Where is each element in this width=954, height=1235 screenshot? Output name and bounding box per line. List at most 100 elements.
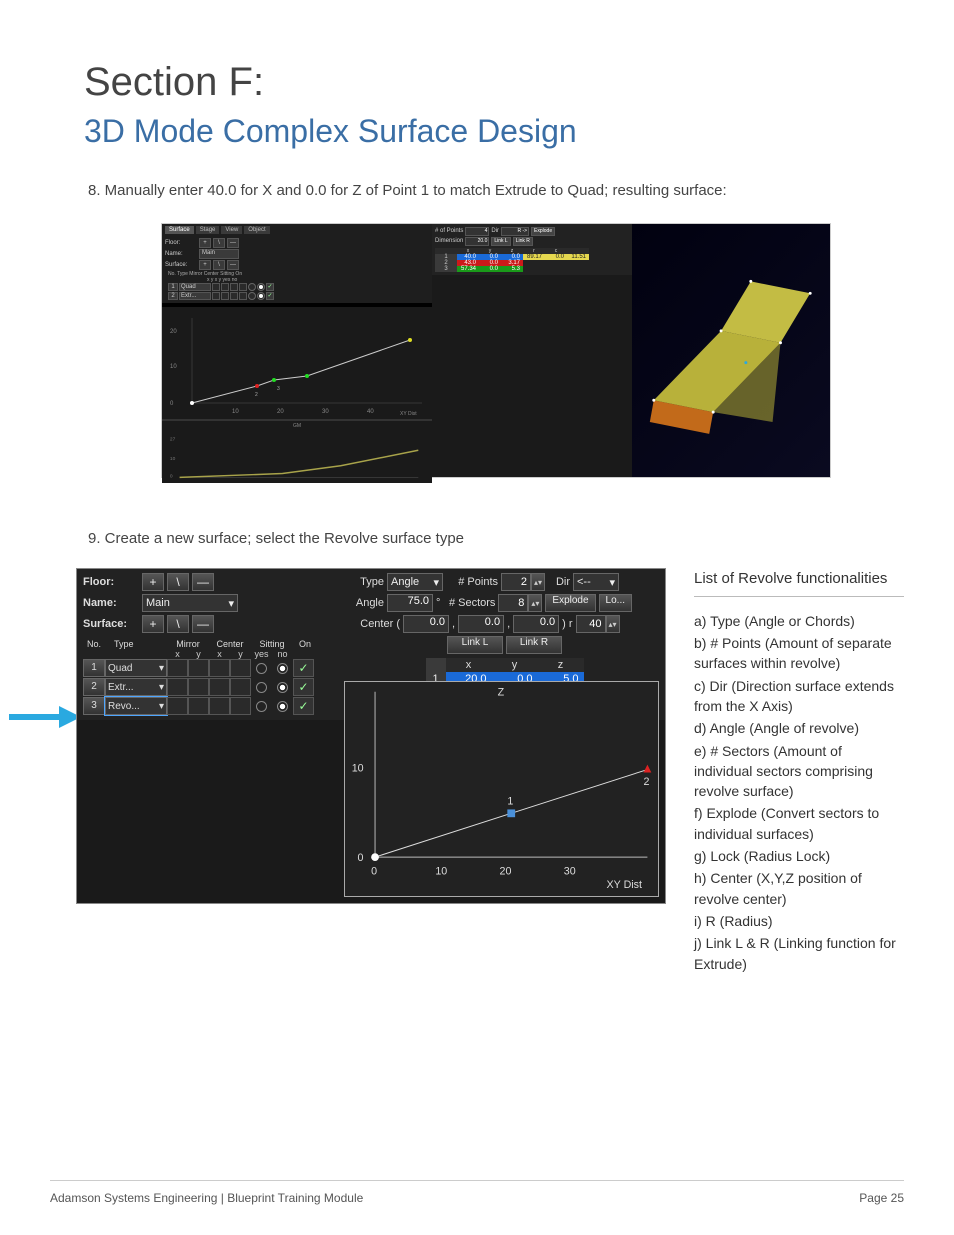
typerow-2-type[interactable]: Extr... (179, 292, 211, 300)
linkl-btn-mini[interactable]: Link L (491, 237, 510, 246)
tab-object[interactable]: Object (244, 226, 269, 234)
name-select[interactable]: Main (199, 249, 239, 259)
explode-button-mini[interactable]: Explode (531, 227, 555, 236)
3d-viewport[interactable] (632, 224, 830, 477)
svg-text:10: 10 (435, 866, 447, 878)
type-label: Type (350, 576, 384, 588)
angle-value[interactable]: 75.0 (387, 594, 433, 612)
typerow-1-mirror-x[interactable] (212, 283, 220, 291)
row1-on-check[interactable] (293, 659, 314, 677)
typerow-2-num[interactable]: 2 (168, 292, 178, 300)
screenshot-revolve-panel: Floor: + \ — Name: Main▾ Surface (76, 568, 666, 904)
center-label: Center ( (350, 618, 400, 630)
surface-del-button-2[interactable]: — (192, 615, 214, 633)
coord-table-mini: x y z r c 1 40.0 0.0 0.0 89.17 (435, 248, 589, 272)
typerow-2-sitting-yes[interactable] (248, 292, 256, 300)
typerow-1-mirror-y[interactable] (221, 283, 229, 291)
row2-num[interactable]: 2 (83, 678, 105, 696)
row1-sitting-yes[interactable] (251, 659, 272, 677)
row3-sitting-no[interactable] (272, 697, 293, 715)
linkr-button[interactable]: Link R (506, 636, 562, 654)
explode-button[interactable]: Explode (545, 594, 595, 612)
surface-add-button[interactable]: + (199, 260, 211, 270)
col-sitting: Sitting (251, 639, 293, 649)
dimension-label: Dimension (435, 238, 463, 244)
floor-add-button[interactable]: + (199, 238, 211, 248)
row1-num[interactable]: 1 (83, 659, 105, 677)
center-x[interactable]: 0.0 (403, 615, 449, 633)
typerow-2-center-y[interactable] (239, 292, 247, 300)
chevron-down-icon: ▾ (159, 701, 164, 712)
surface-del-button[interactable]: — (227, 260, 239, 270)
row1-sitting-no[interactable] (272, 659, 293, 677)
npoints-label-2: # Points (446, 576, 498, 588)
r-stepper[interactable]: 40▴▾ (576, 615, 620, 633)
typerow-1-center-y[interactable] (239, 283, 247, 291)
row2-type-select[interactable]: Extr...▾ (105, 678, 167, 696)
typerow-2-mirror-y[interactable] (221, 292, 229, 300)
typerow-2-on[interactable] (266, 292, 274, 300)
typerow-1-sitting-no[interactable] (257, 283, 265, 291)
floor-del-button[interactable]: — (227, 238, 239, 248)
svg-text:27: 27 (170, 436, 176, 442)
nsect-stepper[interactable]: 8▴▾ (498, 594, 542, 612)
typerow-2-mirror-x[interactable] (212, 292, 220, 300)
row2-mirror-y[interactable] (188, 678, 209, 696)
typerow-1-type[interactable]: Quad (179, 283, 211, 291)
type-select[interactable]: Angle▾ (387, 573, 443, 591)
typerow-2-center-x[interactable] (230, 292, 238, 300)
floor-sep-button[interactable]: \ (213, 238, 225, 248)
row3-mirror-y[interactable] (188, 697, 209, 715)
row1-mirror-x[interactable] (167, 659, 188, 677)
row3-center-x[interactable] (209, 697, 230, 715)
linkl-button[interactable]: Link L (447, 636, 503, 654)
typerow-1-center-x[interactable] (230, 283, 238, 291)
nsect-label: # Sectors (443, 597, 495, 609)
typerow-1-num[interactable]: 1 (168, 283, 178, 291)
row3-on-check[interactable] (293, 697, 314, 715)
linkr-btn-mini[interactable]: Link R (513, 237, 533, 246)
row2-sitting-yes[interactable] (251, 678, 272, 696)
row3-sitting-yes[interactable] (251, 697, 272, 715)
dir-select[interactable]: R -> (501, 227, 529, 236)
floor-add-button-2[interactable]: + (142, 573, 164, 591)
row3-type-select-revolve[interactable]: Revo...▾ (105, 697, 167, 715)
tab-view[interactable]: View (221, 226, 242, 234)
row1-center-y[interactable] (230, 659, 251, 677)
tab-stage[interactable]: Stage (196, 226, 220, 234)
lock-button[interactable]: Lo... (599, 594, 632, 612)
typerow-2-sitting-no[interactable] (257, 292, 265, 300)
floor-del-button-2[interactable]: — (192, 573, 214, 591)
surface-sep-button[interactable]: \ (213, 260, 225, 270)
svg-text:1: 1 (507, 796, 513, 808)
row2-on-check[interactable] (293, 678, 314, 696)
typerow-1-sitting-yes[interactable] (248, 283, 256, 291)
revolve-item-j: j) Link L & R (Linking function for Extr… (694, 933, 904, 974)
svg-text:2: 2 (644, 776, 650, 788)
surface-add-button-2[interactable]: + (142, 615, 164, 633)
dir-select-2[interactable]: <--▾ (573, 573, 619, 591)
row1-mirror-y[interactable] (188, 659, 209, 677)
center-y[interactable]: 0.0 (458, 615, 504, 633)
row2-mirror-x[interactable] (167, 678, 188, 696)
svg-text:10: 10 (232, 409, 239, 415)
row1-center-x[interactable] (209, 659, 230, 677)
name-select-2[interactable]: Main▾ (142, 594, 238, 612)
row2-center-y[interactable] (230, 678, 251, 696)
row1-type-select[interactable]: Quad▾ (105, 659, 167, 677)
row2-sitting-no[interactable] (272, 678, 293, 696)
dimension-value[interactable]: 20.0 (465, 237, 489, 246)
row3-mirror-x[interactable] (167, 697, 188, 715)
row3-center-y[interactable] (230, 697, 251, 715)
npoints-stepper[interactable]: 2▴▾ (501, 573, 545, 591)
tab-surface[interactable]: Surface (165, 226, 194, 234)
surface-sep-button-2[interactable]: \ (167, 615, 189, 633)
col-mirror: Mirror (167, 639, 209, 649)
floor-sep-button-2[interactable]: \ (167, 573, 189, 591)
row2-center-x[interactable] (209, 678, 230, 696)
typerow-1-on[interactable] (266, 283, 274, 291)
npoints-value[interactable]: 4 (465, 227, 489, 236)
chevron-down-icon: ▾ (433, 576, 439, 589)
row3-num[interactable]: 3 (83, 697, 105, 715)
center-z[interactable]: 0.0 (513, 615, 559, 633)
